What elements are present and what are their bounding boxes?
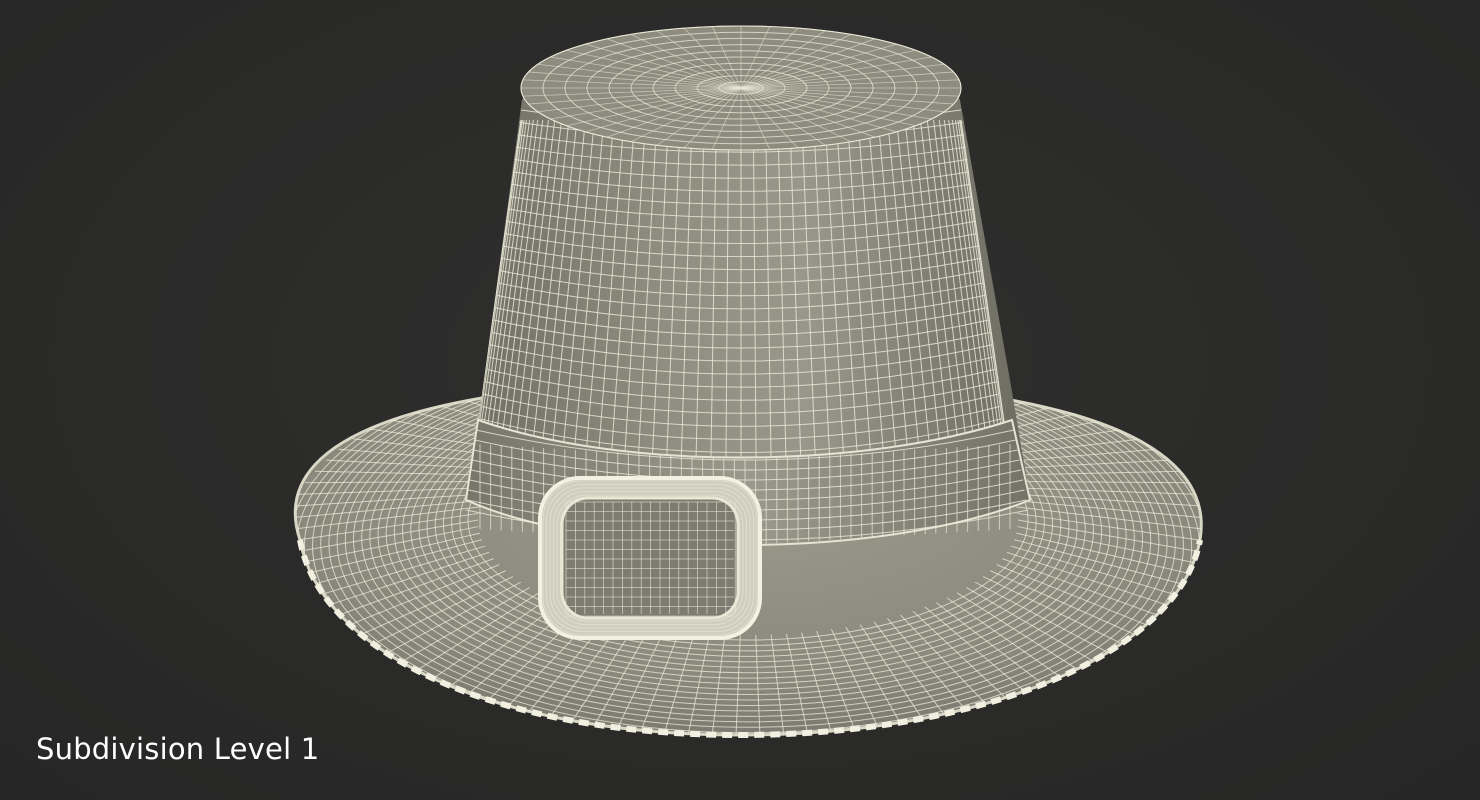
caption-label: Subdivision Level 1 xyxy=(36,732,320,766)
render-viewport: Subdivision Level 1 xyxy=(0,0,1480,800)
buckle xyxy=(538,476,762,640)
hat-render xyxy=(293,25,1203,739)
crown-top-wireframe xyxy=(520,25,962,151)
